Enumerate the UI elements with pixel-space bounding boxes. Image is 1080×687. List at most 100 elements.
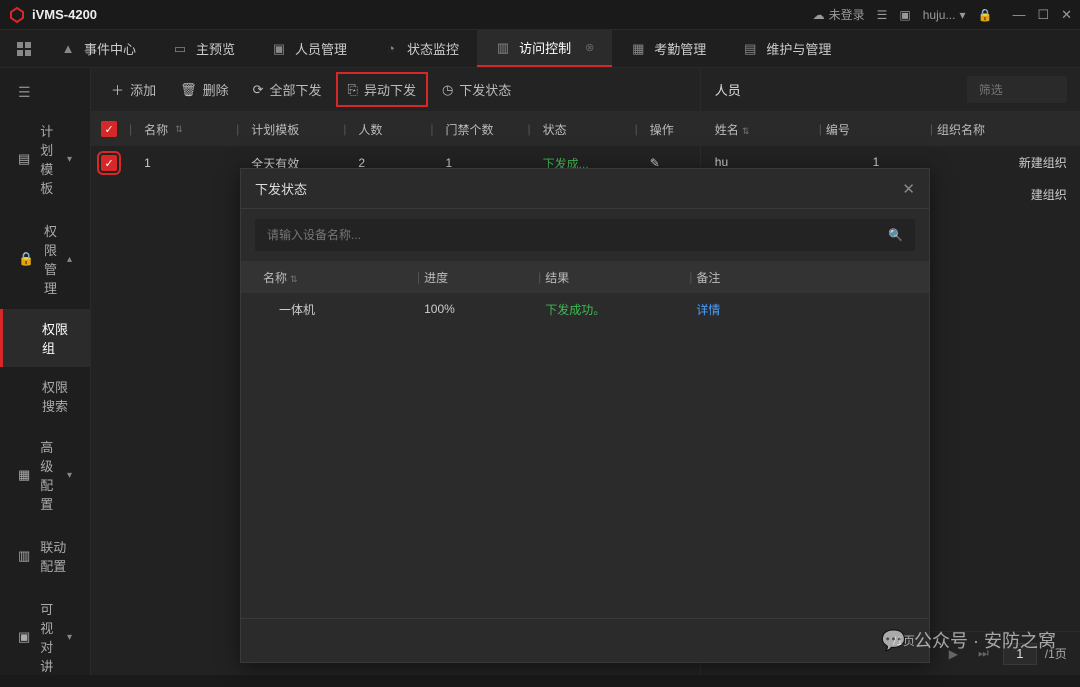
col-device-name[interactable]: 名称⇅ bbox=[263, 269, 413, 286]
sidebar-label: 联动配置 bbox=[40, 537, 72, 575]
sort-icon: ⇅ bbox=[290, 274, 298, 284]
col-status[interactable]: 状态 bbox=[543, 121, 623, 138]
sidebar-item-advanced[interactable]: ▦ 高级配置 ▾ bbox=[0, 425, 90, 525]
modal-close-icon[interactable]: ✕ bbox=[902, 180, 915, 198]
col-result: 结果 bbox=[545, 269, 685, 286]
chevron-down-icon: ▾ bbox=[959, 8, 965, 22]
chevron-up-icon: ▴ bbox=[67, 254, 72, 265]
tab-status-monitor[interactable]: ◔ 状态监控 bbox=[365, 30, 477, 67]
chevron-down-icon: ▾ bbox=[67, 154, 72, 165]
tab-main-preview[interactable]: ▭主预览 bbox=[154, 30, 253, 67]
btn-label: 下发状态 bbox=[459, 80, 511, 99]
tab-close-icon[interactable]: ⊗ bbox=[585, 41, 594, 54]
sidebar-item-permission[interactable]: 🔒 权限管理 ▴ bbox=[0, 209, 90, 309]
tab-maintenance[interactable]: ▤ 维护与管理 bbox=[724, 30, 849, 67]
list-icon[interactable]: ☰ bbox=[877, 8, 888, 22]
col-org[interactable]: 组织名称 bbox=[937, 121, 1067, 138]
row-checkbox[interactable]: ✓ bbox=[101, 155, 117, 171]
clock-icon: ◔ bbox=[383, 41, 399, 57]
chevron-down-icon: ▾ bbox=[67, 470, 72, 481]
sidebar-toggle-icon[interactable]: ☰ bbox=[0, 76, 90, 109]
filter-input[interactable]: 筛选 bbox=[967, 76, 1067, 103]
app-logo-icon bbox=[8, 6, 26, 24]
device-search-input[interactable] bbox=[267, 228, 888, 242]
apply-all-button[interactable]: ⟳全部下发 bbox=[243, 74, 332, 105]
cell-org: 建组织 bbox=[937, 186, 1067, 203]
tab-label: 维护与管理 bbox=[766, 39, 831, 58]
col-note: 备注 bbox=[696, 269, 907, 286]
apply-diff-button[interactable]: ⎘异动下发 bbox=[336, 72, 428, 107]
door-icon: ▥ bbox=[495, 40, 511, 56]
table-row: 一体机 | 100% | 下发成功。 | 详情 bbox=[241, 293, 929, 325]
minimize-button[interactable]: — bbox=[1012, 7, 1025, 23]
toolbar: ＋添加 🗑删除 ⟳全部下发 ⎘异动下发 ◷下发状态 bbox=[91, 68, 700, 112]
sort-icon: ⇅ bbox=[742, 126, 750, 136]
col-label: 计划模板 bbox=[251, 121, 299, 138]
maximize-button[interactable]: ☐ bbox=[1037, 7, 1049, 23]
col-person-id[interactable]: 编号 bbox=[826, 121, 926, 138]
btn-label: 添加 bbox=[130, 80, 156, 99]
tab-attendance[interactable]: ▦考勤管理 bbox=[612, 30, 724, 67]
app-title: iVMS-4200 bbox=[32, 7, 97, 22]
sidebar-sub-permission-search[interactable]: 权限搜索 bbox=[0, 367, 90, 425]
add-button[interactable]: ＋添加 bbox=[101, 74, 166, 105]
config-icon: ▦ bbox=[18, 467, 30, 483]
tab-label: 考勤管理 bbox=[654, 39, 706, 58]
sidebar-label: 高级配置 bbox=[40, 437, 57, 513]
detail-link[interactable]: 详情 bbox=[696, 301, 907, 318]
col-label: 姓名 bbox=[715, 123, 739, 137]
intercom-icon: ▣ bbox=[18, 629, 30, 645]
titlebar: iVMS-4200 ☁ 未登录 ☰ ▣ huju... ▾ 🔒 — ☐ ✕ bbox=[0, 0, 1080, 30]
apps-grid-icon[interactable] bbox=[6, 30, 42, 67]
search-icon[interactable]: 🔍 bbox=[888, 228, 903, 242]
col-label: 状态 bbox=[543, 121, 567, 138]
col-label: 编号 bbox=[826, 123, 850, 137]
col-name[interactable]: 名称⇅ bbox=[144, 121, 224, 138]
window-controls: — ☐ ✕ bbox=[1012, 7, 1072, 23]
col-count[interactable]: 人数 bbox=[358, 121, 418, 138]
select-all-checkbox[interactable]: ✓ bbox=[101, 121, 117, 137]
lock-icon: 🔒 bbox=[18, 251, 34, 267]
bell-icon: ▲ bbox=[60, 41, 76, 57]
col-plan[interactable]: 计划模板 bbox=[251, 121, 331, 138]
cloud-icon: ☁ bbox=[813, 8, 825, 22]
sidebar-sub-permission-group[interactable]: 权限组 bbox=[0, 309, 90, 367]
col-label: 人数 bbox=[358, 121, 382, 138]
watermark: 💬 公众号 · 安防之窝 bbox=[881, 627, 1056, 653]
modal-search[interactable]: 🔍 bbox=[255, 219, 915, 251]
col-label: 备注 bbox=[696, 271, 720, 285]
sidebar-item-linkage[interactable]: ▥ 联动配置 bbox=[0, 525, 90, 587]
col-label: 组织名称 bbox=[937, 123, 985, 137]
close-button[interactable]: ✕ bbox=[1061, 7, 1072, 23]
sidebar-item-plan-template[interactable]: ▤ 计划模板 ▾ bbox=[0, 109, 90, 209]
col-person-name[interactable]: 姓名⇅ bbox=[715, 121, 815, 138]
lock-icon[interactable]: 🔒 bbox=[977, 8, 992, 22]
modal-titlebar: 下发状态 ✕ bbox=[241, 169, 929, 209]
tab-label: 访问控制 bbox=[519, 38, 571, 57]
col-label: 门禁个数 bbox=[446, 121, 494, 138]
wrench-icon: ▤ bbox=[742, 41, 758, 57]
user-menu[interactable]: huju... ▾ bbox=[923, 8, 966, 22]
delete-button[interactable]: 🗑删除 bbox=[170, 74, 239, 105]
login-label: 未登录 bbox=[829, 6, 865, 23]
image-icon[interactable]: ▣ bbox=[899, 8, 910, 22]
link-icon: ▥ bbox=[18, 548, 30, 564]
col-progress: 进度 bbox=[424, 269, 534, 286]
sidebar-item-intercom[interactable]: ▣ 可视对讲 ▾ bbox=[0, 587, 90, 687]
apply-status-button[interactable]: ◷下发状态 bbox=[432, 74, 521, 105]
tab-event-center[interactable]: ▲事件中心 bbox=[42, 30, 154, 67]
watermark-text: 公众号 · 安防之窝 bbox=[914, 627, 1056, 653]
camera-icon: ▭ bbox=[172, 41, 188, 57]
user-label: huju... bbox=[923, 8, 956, 22]
sidebar-sub-label: 权限组 bbox=[42, 322, 68, 356]
col-doors[interactable]: 门禁个数 bbox=[446, 121, 516, 138]
cell-device: 一体机 bbox=[263, 301, 413, 318]
tab-access-control[interactable]: ▥ 访问控制 ⊗ bbox=[477, 30, 612, 67]
tab-person-manage[interactable]: ▣人员管理 bbox=[253, 30, 365, 67]
tab-label: 人员管理 bbox=[295, 39, 347, 58]
login-status[interactable]: ☁ 未登录 bbox=[813, 6, 865, 23]
tab-label: 状态监控 bbox=[407, 39, 459, 58]
modal-pager: /1页 bbox=[241, 618, 929, 662]
diff-icon: ⎘ bbox=[348, 82, 358, 98]
col-label: 名称 bbox=[263, 271, 287, 285]
